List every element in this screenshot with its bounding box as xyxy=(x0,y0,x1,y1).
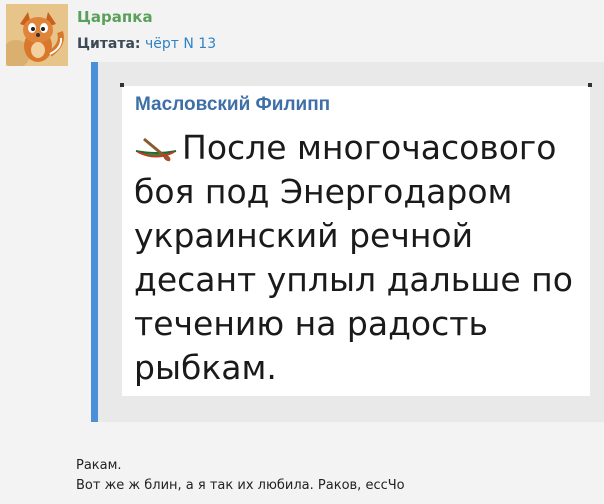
canoe-icon xyxy=(135,137,177,162)
fox-avatar-icon xyxy=(6,4,68,66)
card-author: Масловский Филипп xyxy=(135,94,331,115)
quote-bar xyxy=(91,62,98,422)
card-text-body: После многочасового боя под Энергодаром … xyxy=(134,128,573,387)
corner-mark xyxy=(588,83,592,87)
quote-header: Цитата: чёрт N 13 xyxy=(77,36,216,52)
reply-line: Ракам. xyxy=(76,458,122,473)
card-text: После многочасового боя под Энергодаром … xyxy=(134,126,584,390)
username[interactable]: Царапка xyxy=(77,8,153,26)
corner-mark xyxy=(120,83,124,87)
quoted-image-card: Масловский Филипп После многочасового бо… xyxy=(120,83,592,396)
quote-author-link[interactable]: чёрт N 13 xyxy=(145,36,216,52)
quote-label: Цитата: xyxy=(77,36,141,52)
reply-text: Ракам. Вот же ж блин, а я так их любила.… xyxy=(76,456,405,496)
avatar[interactable] xyxy=(6,4,68,66)
quote-block: Масловский Филипп После многочасового бо… xyxy=(91,62,604,422)
reply-line: Вот же ж блин, а я так их любила. Раков,… xyxy=(76,478,405,493)
